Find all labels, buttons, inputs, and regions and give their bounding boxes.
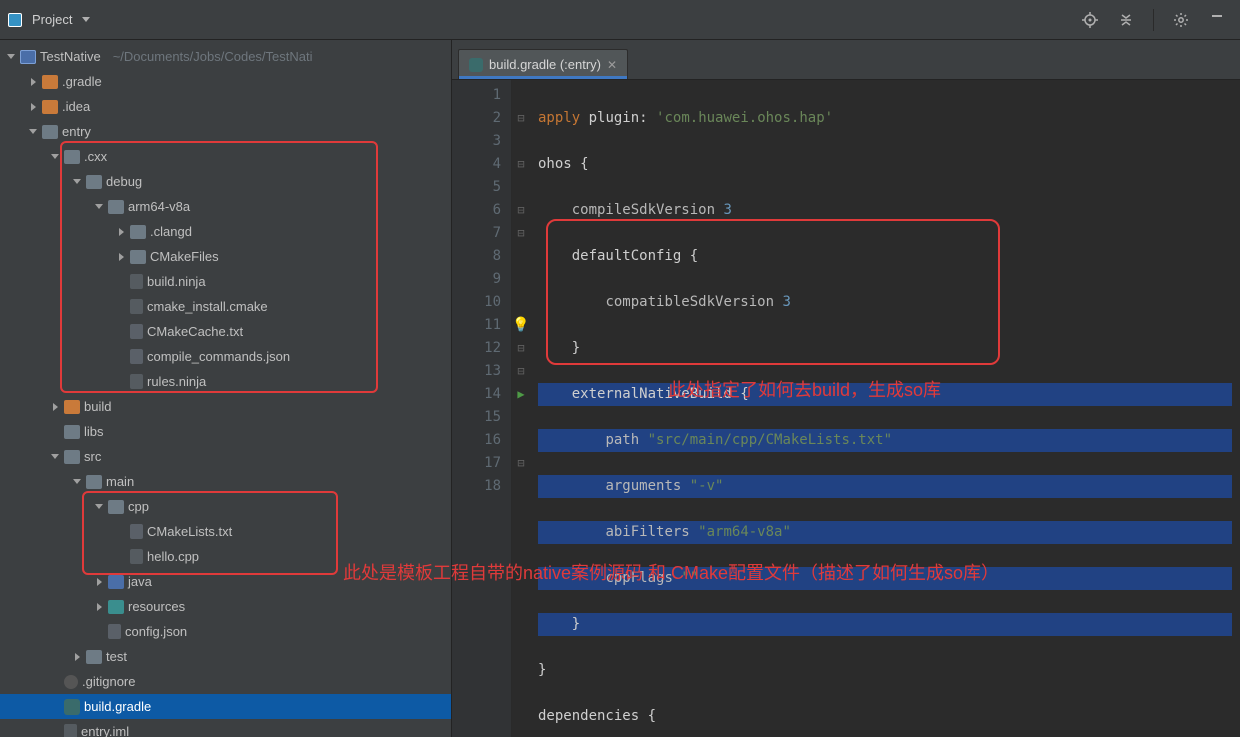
tree-cmake-install[interactable]: cmake_install.cmake — [0, 294, 451, 319]
close-icon[interactable]: ✕ — [607, 58, 617, 72]
toolbar-target-icon[interactable] — [1081, 11, 1099, 29]
tree-main[interactable]: main — [0, 469, 451, 494]
tab-label: build.gradle (:entry) — [489, 57, 601, 72]
tree-hello-cpp[interactable]: hello.cpp — [0, 544, 451, 569]
tree-clangd[interactable]: .clangd — [0, 219, 451, 244]
toolbar-settings-icon[interactable] — [1172, 11, 1190, 29]
main-toolbar: Project — [0, 0, 1240, 40]
tree-arm64[interactable]: arm64-v8a — [0, 194, 451, 219]
tree-gradle[interactable]: .gradle — [0, 69, 451, 94]
tree-compile-commands[interactable]: compile_commands.json — [0, 344, 451, 369]
editor-tabbar: build.gradle (:entry) ✕ — [452, 40, 1240, 80]
bulb-icon[interactable]: 💡 — [512, 314, 530, 337]
project-dropdown-label[interactable]: Project — [32, 12, 72, 27]
tree-gitignore[interactable]: .gitignore — [0, 669, 451, 694]
tree-test[interactable]: test — [0, 644, 451, 669]
project-window-icon — [8, 13, 22, 27]
gradle-icon — [469, 58, 483, 72]
tree-entry-iml[interactable]: entry.iml — [0, 719, 451, 737]
fold-gutter: ⊟ ⊟ ⊟ ⊟ 💡⊟ ⊟▶ ⊟ — [512, 80, 530, 737]
tab-build-gradle[interactable]: build.gradle (:entry) ✕ — [458, 49, 628, 79]
project-tree-panel: TestNative~/Documents/Jobs/Codes/TestNat… — [0, 40, 452, 737]
tree-root[interactable]: TestNative~/Documents/Jobs/Codes/TestNat… — [0, 44, 451, 69]
tree-build[interactable]: build — [0, 394, 451, 419]
tree-libs[interactable]: libs — [0, 419, 451, 444]
chevron-down-icon[interactable] — [82, 17, 90, 22]
tree-cmakefiles[interactable]: CMakeFiles — [0, 244, 451, 269]
tree-cxx[interactable]: .cxx — [0, 144, 451, 169]
tree-rules-ninja[interactable]: rules.ninja — [0, 369, 451, 394]
code-area[interactable]: apply plugin: 'com.huawei.ohos.hap' ohos… — [530, 80, 1240, 737]
tree-cpp[interactable]: cpp — [0, 494, 451, 519]
tree-config-json[interactable]: config.json — [0, 619, 451, 644]
tree-build-gradle[interactable]: build.gradle — [0, 694, 451, 719]
tree-cmakelists[interactable]: CMakeLists.txt — [0, 519, 451, 544]
toolbar-hide-icon[interactable] — [1208, 11, 1226, 29]
tree-debug[interactable]: debug — [0, 169, 451, 194]
tree-resources[interactable]: resources — [0, 594, 451, 619]
tree-src[interactable]: src — [0, 444, 451, 469]
toolbar-collapse-icon[interactable] — [1117, 11, 1135, 29]
line-gutter: 123 456 789 101112 131415 161718 — [452, 80, 512, 737]
tree-cmakecache[interactable]: CMakeCache.txt — [0, 319, 451, 344]
code-editor[interactable]: 123 456 789 101112 131415 161718 ⊟ ⊟ ⊟ ⊟… — [452, 80, 1240, 737]
tree-idea[interactable]: .idea — [0, 94, 451, 119]
project-tree[interactable]: TestNative~/Documents/Jobs/Codes/TestNat… — [0, 40, 451, 737]
run-gutter-icon[interactable]: ▶ — [512, 383, 530, 406]
tree-entry[interactable]: entry — [0, 119, 451, 144]
tree-java[interactable]: java — [0, 569, 451, 594]
editor-panel: build.gradle (:entry) ✕ 123 456 789 1011… — [452, 40, 1240, 737]
tree-build-ninja[interactable]: build.ninja — [0, 269, 451, 294]
